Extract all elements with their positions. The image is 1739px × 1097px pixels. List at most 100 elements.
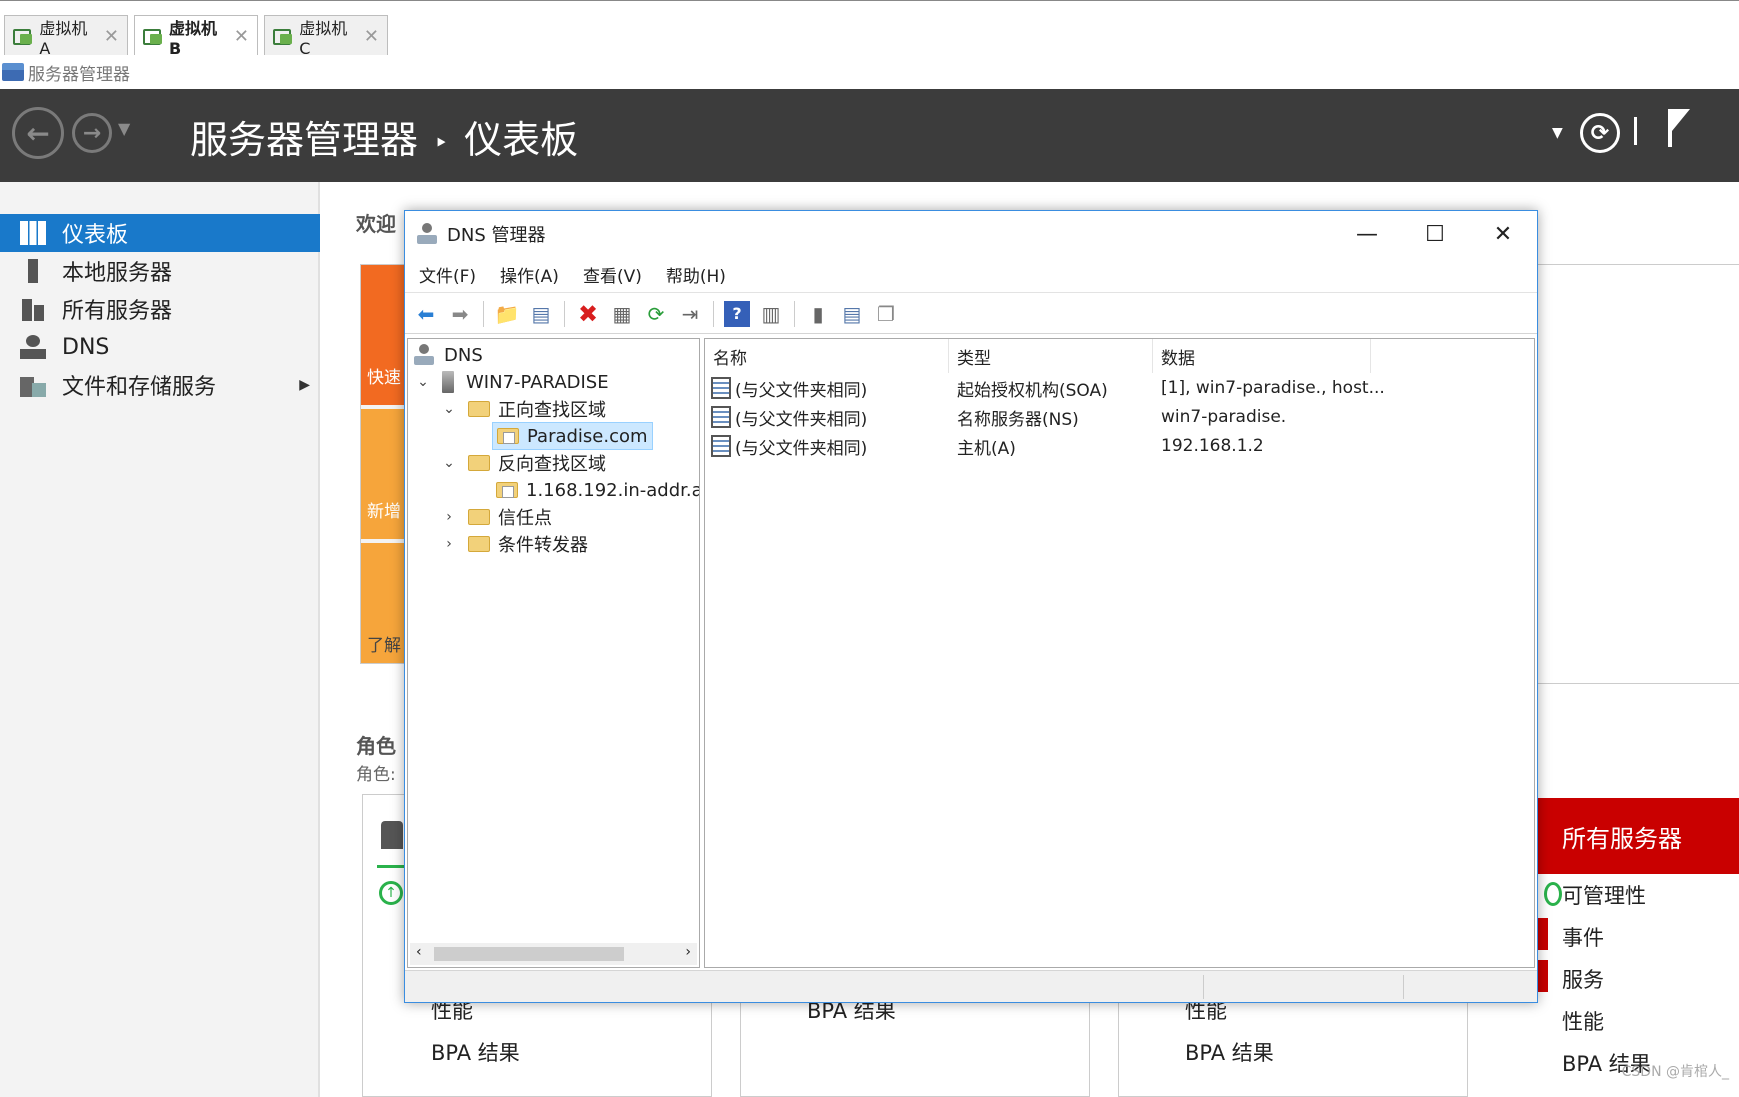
nav-item-all-servers[interactable]: 所有服务器 [0,290,320,328]
record-list-icon[interactable]: ▤ [839,301,865,327]
divider [1634,117,1637,145]
menu-action[interactable]: 操作(A) [500,262,559,287]
scroll-thumb[interactable] [434,947,624,961]
table-row[interactable]: (与父文件夹相同) 起始授权机构(SOA) [1], win7-paradise… [705,373,1534,403]
chevron-down-icon[interactable]: ⌄ [442,401,456,417]
nav-item-local-server[interactable]: 本地服务器 [0,252,320,290]
vm-tab-bar: 虚拟机A ✕ 虚拟机B ✕ 虚拟机C ✕ [0,0,1739,58]
refresh-icon[interactable]: ⟳ [643,301,669,327]
table-row[interactable]: (与父文件夹相同) 主机(A) 192.168.1.2 [705,431,1534,461]
status-ok-icon [1544,882,1562,906]
vm-icon [13,27,33,45]
chevron-right-icon[interactable]: ▶ [299,377,310,393]
minimize-button[interactable]: — [1333,211,1401,257]
horizontal-scrollbar[interactable]: ‹ › [410,943,697,965]
breadcrumb-separator: ‣ [434,128,449,157]
dns-window-title: DNS 管理器 [447,225,546,246]
refresh-icon[interactable]: ⟳ [1580,113,1620,153]
record-icon [711,377,731,399]
server-icon[interactable]: ▮ [805,301,831,327]
back-arrow-icon[interactable]: ⬅ [413,301,439,327]
record-icon [711,406,731,428]
close-icon[interactable]: ✕ [224,26,249,47]
records-list: 名称 类型 数据 (与父文件夹相同) 起始授权机构(SOA) [1], win7… [704,338,1535,968]
help-icon[interactable]: ? [724,300,750,327]
tree-node-paradise-zone[interactable]: Paradise.com [492,422,653,450]
all-servers-title[interactable]: 所有服务器 [1538,798,1739,874]
table-row[interactable]: (与父文件夹相同) 名称服务器(NS) win7-paradise. [705,402,1534,432]
tree-pane: DNS ⌄ WIN7-PARADISE ⌄ 正向查找区域 Paradise.co… [407,338,700,968]
view-pane-icon[interactable]: ▥ [758,301,784,327]
column-header-type[interactable]: 类型 [949,339,1153,373]
alert-marker [1538,918,1548,950]
toolbar: ⬅ ➡ 📁 ▤ ✖ ▦ ⟳ ⇥ ? ▥ ▮ ▤ ❐ [405,294,1537,334]
nav-item-dashboard[interactable]: 仪表板 [0,214,320,252]
welcome-title: 欢迎 [356,212,396,236]
forward-arrow-icon[interactable]: ➡ [447,301,473,327]
folder-icon [468,455,490,471]
tile-label-bpa[interactable]: BPA 结果 [1185,1037,1274,1067]
vm-tab-c[interactable]: 虚拟机C ✕ [264,15,388,58]
whats-new-tile[interactable]: 新增 [361,409,405,539]
roles-title: 角色 [356,734,396,758]
export-list-icon[interactable]: ⇥ [677,301,703,327]
dropdown-icon[interactable]: ▼ [1552,125,1563,141]
maximize-button[interactable]: ☐ [1401,211,1469,257]
roles-subtitle: 角色: [356,765,396,785]
scroll-left-icon[interactable]: ‹ [416,944,422,960]
left-nav: 仪表板 本地服务器 所有服务器 DNS 文件和存储服务 ▶ [0,182,320,1097]
up-folder-icon[interactable]: 📁 [494,301,520,327]
all-servers-events[interactable]: 事件 [1562,922,1604,952]
history-dropdown-icon[interactable]: ▼ [118,119,130,138]
menu-help[interactable]: 帮助(H) [666,262,726,287]
all-servers-performance[interactable]: 性能 [1562,1006,1604,1036]
vm-tab-a[interactable]: 虚拟机A ✕ [4,15,128,58]
close-icon[interactable]: ✕ [354,26,379,47]
scroll-right-icon[interactable]: › [685,944,691,960]
tree-node-reverse-zones[interactable]: ⌄ 反向查找区域 [442,449,606,477]
tree-node-conditional-forwarders[interactable]: › 条件转发器 [442,530,588,558]
learn-more-tile[interactable]: 了解 [361,543,405,663]
tree-node-trust-points[interactable]: › 信任点 [442,503,552,531]
column-header-name[interactable]: 名称 [705,339,949,373]
menu-bar: 文件(F) 操作(A) 查看(V) 帮助(H) [405,257,1537,293]
properties-icon[interactable]: ▦ [609,301,635,327]
close-button[interactable]: ✕ [1469,211,1537,257]
chevron-down-icon[interactable]: ⌄ [442,455,456,471]
menu-view[interactable]: 查看(V) [583,262,642,287]
menu-file[interactable]: 文件(F) [419,262,476,287]
zone-icon [496,482,518,498]
tree-node-dns[interactable]: DNS [414,341,483,369]
quick-start-tile[interactable]: 快速 [361,265,405,405]
column-header-data[interactable]: 数据 [1153,339,1371,373]
show-hide-tree-icon[interactable]: ▤ [528,301,554,327]
chevron-right-icon[interactable]: › [442,536,456,552]
back-arrow-icon[interactable]: ← [12,107,64,159]
tree-node-reverse-zone-item[interactable]: 1.168.192.in-addr.a [496,476,699,504]
delete-icon[interactable]: ✖ [575,300,601,328]
all-servers-tile[interactable]: 所有服务器 可管理性 事件 服务 性能 BPA 结果 [1538,798,1739,1097]
dns-icon [414,344,434,366]
forward-arrow-icon[interactable]: → [72,113,112,153]
vm-tab-b[interactable]: 虚拟机B ✕ [134,15,258,58]
copy-icon[interactable]: ❐ [873,301,899,327]
tree-node-forward-zones[interactable]: ⌄ 正向查找区域 [442,395,606,423]
nav-item-dns[interactable]: DNS [0,328,320,366]
flag-icon-shape [1672,109,1690,131]
all-servers-services[interactable]: 服务 [1562,964,1604,994]
breadcrumb-root[interactable]: 服务器管理器 [190,118,418,162]
up-arrow-icon: ↑ [379,881,403,905]
tree-node-server[interactable]: ⌄ WIN7-PARADISE [416,368,609,396]
close-icon[interactable]: ✕ [94,26,119,47]
vm-icon [273,27,293,45]
dns-manager-window: DNS 管理器 — ☐ ✕ 文件(F) 操作(A) 查看(V) 帮助(H) ⬅ … [404,210,1538,1003]
dashboard-icon [20,221,46,245]
chevron-down-icon[interactable]: ⌄ [416,374,430,390]
zone-icon [497,428,519,444]
server-manager-icon [2,63,24,81]
all-servers-manageability[interactable]: 可管理性 [1562,880,1646,910]
nav-item-file-storage[interactable]: 文件和存储服务 ▶ [0,366,320,404]
server-icon [442,371,454,393]
tile-label-bpa[interactable]: BPA 结果 [431,1037,520,1067]
chevron-right-icon[interactable]: › [442,509,456,525]
